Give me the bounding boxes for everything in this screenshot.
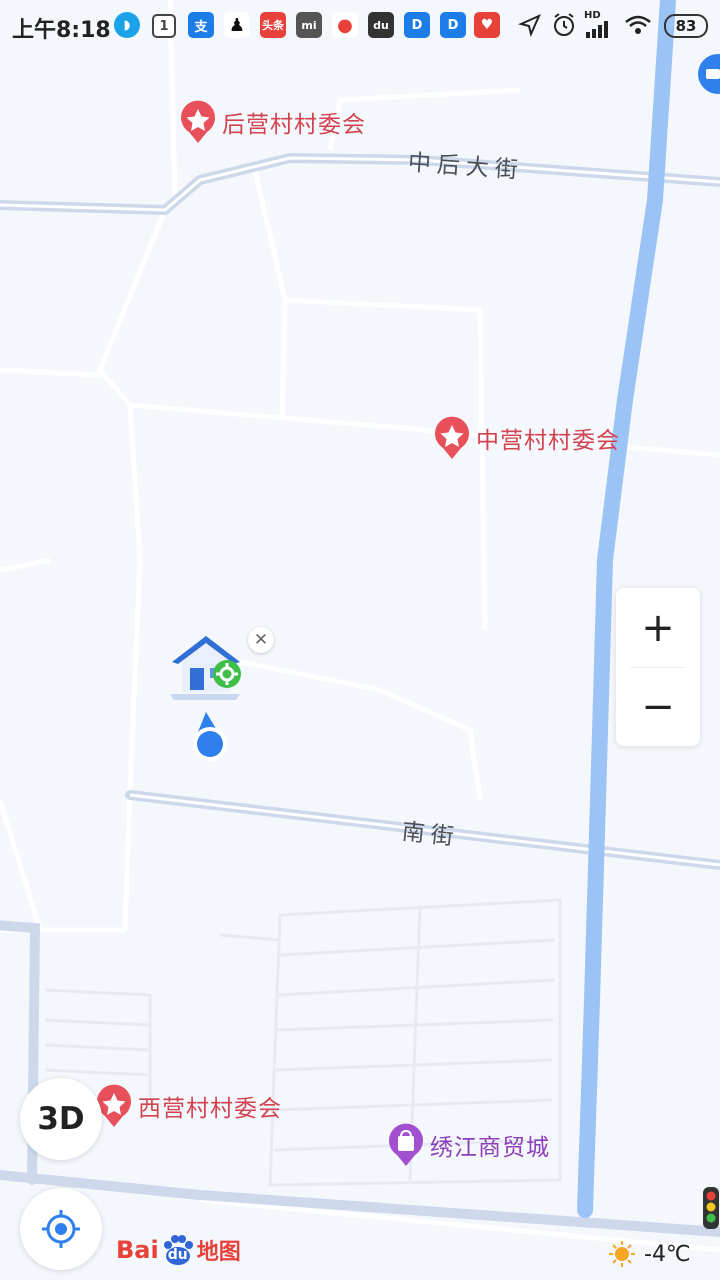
baidu-map-icon: du [368, 12, 394, 38]
locate-crosshair-icon [42, 1210, 80, 1248]
logo-cn: 地图 [196, 1240, 241, 1265]
navigation-arrow-icon [518, 14, 541, 37]
poi-label: 中营村村委会 [476, 428, 620, 454]
battery-indicator: 83 [664, 14, 708, 38]
alipay-icon: 支 [188, 12, 214, 38]
village-pin-icon [435, 416, 469, 459]
poi-zhongying-village[interactable]: 中营村村委会 [432, 415, 620, 461]
toutiao-icon: 头条 [260, 12, 286, 38]
weather-widget[interactable]: -4℃ [608, 1240, 691, 1268]
shopping-bag-pin-icon [389, 1123, 423, 1166]
zoom-out-button[interactable]: − [616, 667, 700, 746]
alarm-icon [554, 13, 574, 36]
heart-app-icon: ♥ [474, 12, 500, 38]
logo-du: du [167, 1246, 188, 1263]
qq-penguin-icon: ♟ [224, 12, 250, 38]
calendar-icon: 1 [152, 14, 176, 38]
locate-me-button[interactable] [20, 1188, 102, 1270]
3d-toggle-button[interactable]: 3D [20, 1078, 102, 1160]
sun-icon [609, 1241, 635, 1267]
village-pin-icon [181, 100, 215, 143]
location-pin-icon: ● [332, 12, 358, 38]
poi-houying-village[interactable]: 后营村村委会 [178, 99, 366, 145]
qq-app-icon: ◗ [114, 12, 140, 38]
d-app-icon: D [404, 12, 430, 38]
signal-icon [586, 21, 608, 38]
road-label-south: 南街 [400, 819, 461, 851]
zoom-in-button[interactable]: + [616, 588, 700, 667]
status-time: 上午8:18 [12, 18, 111, 43]
baidu-paw-icon: du [160, 1235, 196, 1265]
poi-label: 后营村村委会 [222, 112, 366, 138]
zoom-panel: + − [616, 588, 700, 746]
baidu-map-logo: Bai du 地图 [116, 1234, 241, 1266]
temperature-label: -4℃ [644, 1241, 691, 1267]
wifi-icon [625, 15, 651, 34]
current-location-icon [193, 712, 227, 761]
poi-xiying-village[interactable]: 西营村村委会 [94, 1083, 282, 1129]
status-bar: 上午8:18 ◗ 1 支 ♟ 头条 mi ● du D D ♥ HD 83 [0, 0, 720, 52]
traffic-layer-icon[interactable] [702, 1186, 720, 1234]
poi-label: 绣江商贸城 [430, 1135, 550, 1161]
mi-store-icon: mi [296, 12, 322, 38]
home-marker-icon[interactable] [166, 632, 246, 702]
poi-xiujiang-mall[interactable]: 绣江商贸城 [386, 1122, 550, 1168]
poi-label: 西营村村委会 [138, 1096, 282, 1122]
d-app-icon-2: D [440, 12, 466, 38]
close-home-marker-button[interactable]: ✕ [248, 627, 274, 653]
logo-latin: Bai [116, 1236, 159, 1264]
